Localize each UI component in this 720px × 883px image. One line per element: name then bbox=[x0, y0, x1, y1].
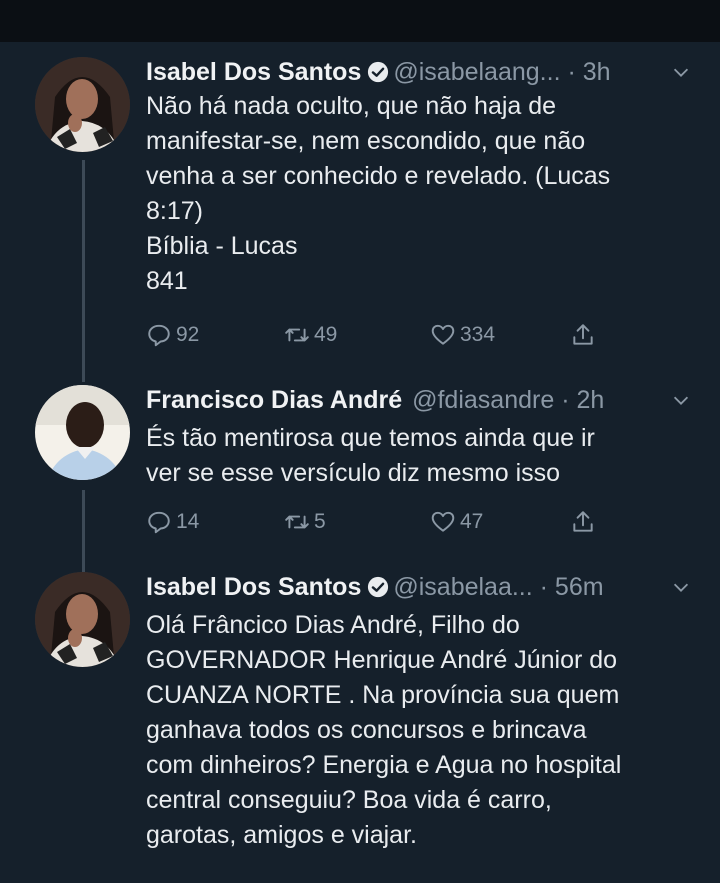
tweet-actions: 14 5 47 bbox=[146, 505, 616, 539]
reply-button[interactable]: 92 bbox=[146, 318, 199, 352]
tweet-text-line: garotas, amigos e viajar. bbox=[146, 821, 417, 849]
reply-count: 14 bbox=[176, 510, 200, 533]
tweet-2[interactable]: Francisco Dias André @fdiasandre · 2h És … bbox=[0, 383, 720, 548]
author-handle[interactable]: @isabelaang... bbox=[393, 58, 560, 86]
like-icon bbox=[431, 324, 455, 345]
tweet-header: Isabel Dos Santos @isabelaang... · 3h bbox=[146, 55, 611, 89]
tweet-text-line: Não há nada oculto, que não haja de bbox=[146, 92, 557, 120]
tweet-text-line: CUANZA NORTE . Na província sua quem bbox=[146, 681, 620, 709]
tweet-text-line: Bíblia - Lucas bbox=[146, 232, 298, 260]
tweet-text-line: Olá Frâncico Dias André, Filho do bbox=[146, 611, 520, 639]
author-name[interactable]: Isabel Dos Santos bbox=[146, 573, 361, 601]
timestamp[interactable]: 3h bbox=[583, 58, 611, 86]
like-icon bbox=[431, 511, 455, 532]
like-button[interactable]: 334 bbox=[430, 318, 495, 352]
chevron-down-icon[interactable] bbox=[670, 61, 692, 83]
tweet-text: Olá Frâncico Dias André, Filho do GOVERN… bbox=[146, 608, 696, 853]
author-name[interactable]: Francisco Dias André bbox=[146, 386, 402, 414]
reply-icon bbox=[148, 324, 170, 347]
separator-dot: · bbox=[554, 386, 577, 414]
separator-dot: · bbox=[532, 573, 555, 601]
tweet-3[interactable]: Isabel Dos Santos @isabelaa... · 56m Olá … bbox=[0, 570, 720, 870]
tweet-text-line: venha a ser conhecido e revelado. (Lucas bbox=[146, 162, 611, 190]
retweet-count: 49 bbox=[314, 323, 338, 346]
tweet-text-line: És tão mentirosa que temos ainda que ir bbox=[146, 424, 595, 452]
tweet-text-line: GOVERNADOR Henrique André Júnior do bbox=[146, 646, 618, 674]
tweet-text-line: ganhava todos os concursos e brincava bbox=[146, 716, 587, 744]
chevron-down-icon[interactable] bbox=[670, 576, 692, 598]
timestamp[interactable]: 2h bbox=[576, 386, 604, 414]
avatar[interactable] bbox=[35, 572, 130, 667]
author-handle[interactable]: @fdiasandre bbox=[412, 386, 554, 414]
reply-count: 92 bbox=[176, 323, 200, 346]
like-count: 334 bbox=[460, 323, 496, 346]
timestamp[interactable]: 56m bbox=[555, 573, 604, 601]
retweet-button[interactable]: 49 bbox=[284, 318, 337, 352]
tweet-text-line: ver se esse versículo diz mesmo isso bbox=[146, 459, 561, 487]
share-button[interactable] bbox=[570, 505, 600, 539]
share-button[interactable] bbox=[570, 318, 600, 352]
tweet-text-line: com dinheiros? Energia e Agua no hospita… bbox=[146, 751, 622, 779]
retweet-icon bbox=[285, 328, 309, 342]
author-name[interactable]: Isabel Dos Santos bbox=[146, 58, 361, 86]
tweet-actions: 92 49 334 bbox=[146, 318, 616, 352]
top-bar bbox=[0, 0, 720, 42]
avatar[interactable] bbox=[35, 57, 130, 152]
retweet-icon bbox=[285, 515, 309, 529]
tweet-text: És tão mentirosa que temos ainda que ir … bbox=[146, 421, 696, 491]
retweet-count: 5 bbox=[314, 510, 326, 533]
tweet-text-line: central conseguiu? Boa vida é carro, bbox=[146, 786, 552, 814]
verified-icon bbox=[368, 61, 389, 83]
separator-dot: · bbox=[560, 58, 583, 86]
tweet-text: Não há nada oculto, que não haja de mani… bbox=[146, 89, 696, 299]
reply-icon bbox=[148, 511, 170, 534]
tweet-text-line: 8:17) bbox=[146, 197, 203, 225]
like-count: 47 bbox=[460, 510, 484, 533]
verified-icon bbox=[368, 576, 389, 598]
like-button[interactable]: 47 bbox=[430, 505, 483, 539]
tweet-header: Francisco Dias André @fdiasandre · 2h bbox=[146, 383, 604, 417]
author-handle[interactable]: @isabelaa... bbox=[393, 573, 532, 601]
share-icon bbox=[573, 324, 593, 345]
tweet-text-line: manifestar-se, nem escondido, que não bbox=[146, 127, 586, 155]
reply-button[interactable]: 14 bbox=[146, 505, 199, 539]
tweet-header: Isabel Dos Santos @isabelaa... · 56m bbox=[146, 570, 604, 604]
retweet-button[interactable]: 5 bbox=[284, 505, 326, 539]
chevron-down-icon[interactable] bbox=[670, 389, 692, 411]
avatar[interactable] bbox=[35, 385, 130, 480]
share-icon bbox=[573, 511, 593, 532]
tweet-1[interactable]: Isabel Dos Santos @isabelaang... · 3h Não… bbox=[0, 55, 720, 365]
tweet-text-line: 841 bbox=[146, 267, 188, 295]
